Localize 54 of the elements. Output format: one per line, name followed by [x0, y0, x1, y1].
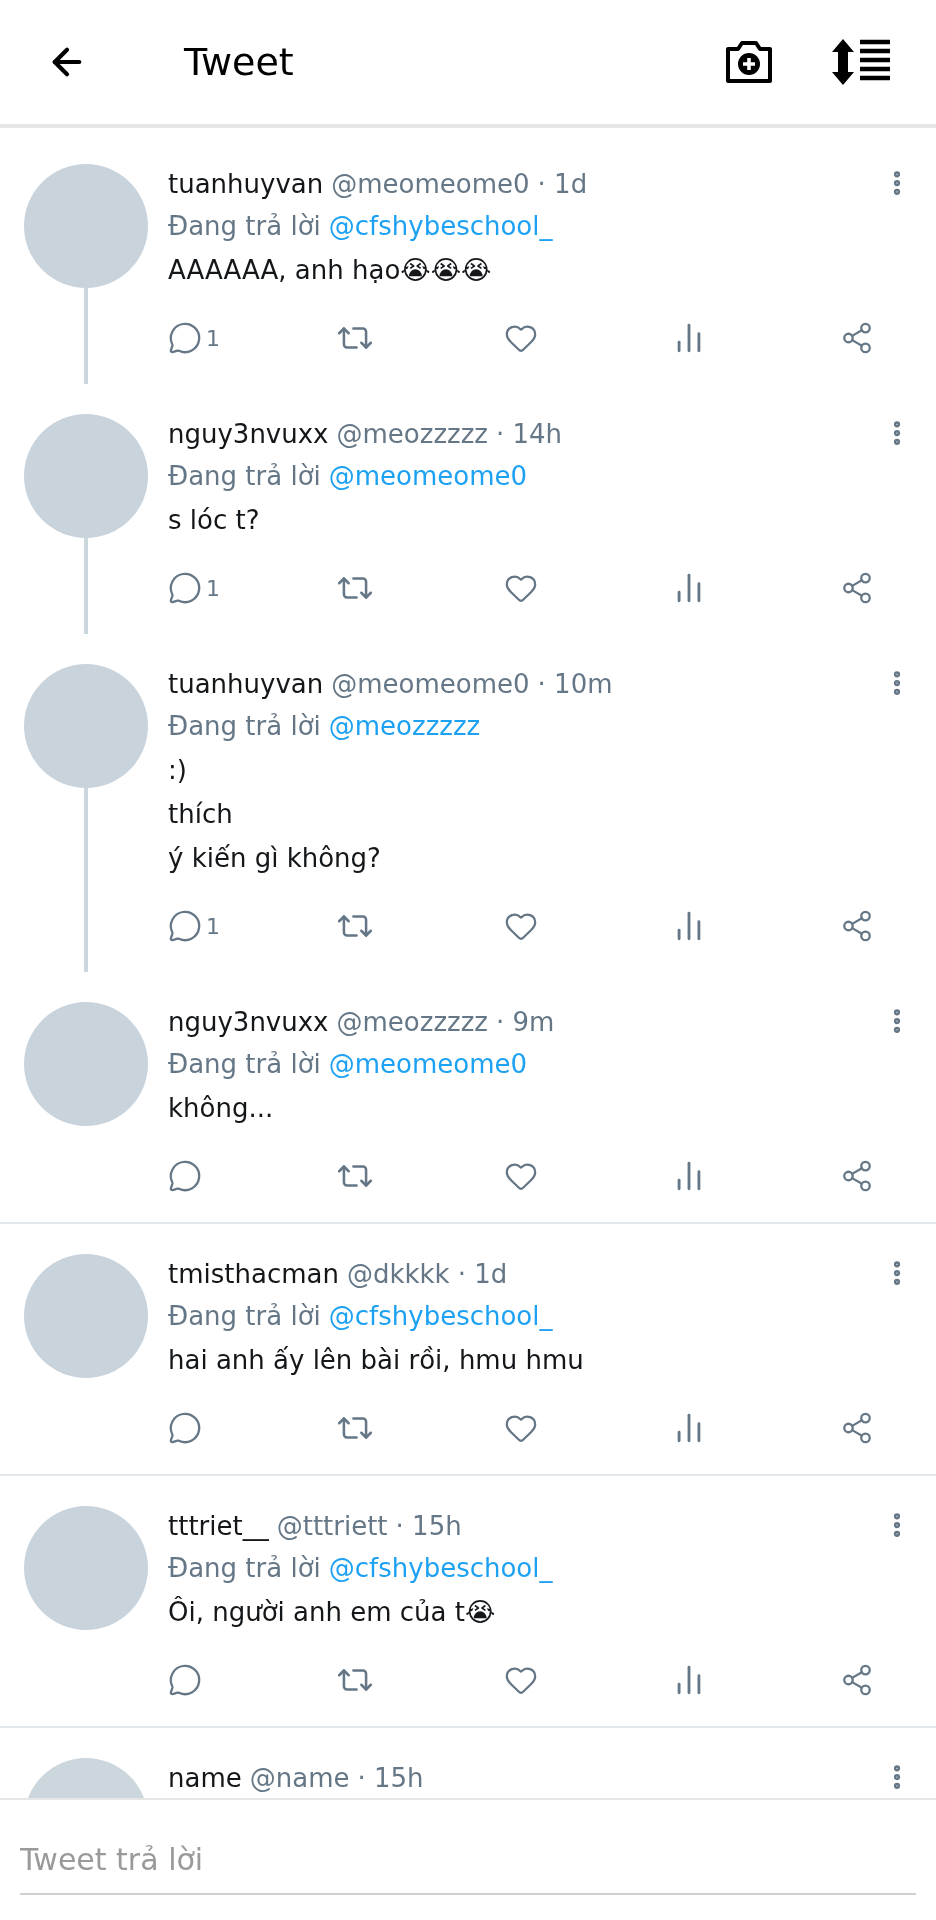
share-icon[interactable] [840, 321, 874, 355]
tweet-text: :) [168, 754, 188, 787]
replying-to-label: Đang trả lời [168, 710, 321, 743]
user-name[interactable]: tttriet__ [168, 1506, 269, 1546]
user-handle: @meozzzzz [336, 1006, 488, 1039]
user-handle: @tttriett [276, 1510, 388, 1543]
tweet-text: s lóc t? [168, 504, 261, 537]
reply-icon[interactable] [168, 571, 202, 605]
user-name[interactable]: nguy3nvuxx [168, 1002, 329, 1042]
reply-count: 1 [206, 574, 220, 603]
reply-input-field[interactable]: Tweet trả lời [20, 1825, 916, 1895]
user-handle: @dkkkk [346, 1258, 450, 1291]
reply-count: 1 [206, 912, 220, 941]
tweet-time: · 1d [537, 168, 588, 201]
tweet-text: hai anh ấy lên bài rồi, hmu hmu [168, 1344, 585, 1377]
share-icon[interactable] [840, 1411, 874, 1445]
tweet-time: · 9m [496, 1006, 555, 1039]
user-handle: @meomeome0 [331, 168, 530, 201]
sort-list-icon[interactable] [832, 39, 890, 85]
tweet-time: · 1d [457, 1258, 508, 1291]
reply-icon[interactable] [168, 1159, 202, 1193]
reply-icon[interactable] [168, 909, 202, 943]
replying-to-label: Đang trả lời [168, 1048, 321, 1081]
reply-icon[interactable] [168, 1663, 202, 1697]
page-title: Tweet [184, 38, 295, 86]
reply-icon[interactable] [168, 321, 202, 355]
replying-to-label: Đang trả lời [168, 1300, 321, 1333]
reply-count: 1 [206, 324, 220, 353]
tweet-text: Ôi, người anh em của t😭 [168, 1595, 497, 1629]
replying-to-label: Đang trả lời [168, 460, 321, 493]
share-icon[interactable] [840, 571, 874, 605]
replying-to-label: Đang trả lời [168, 210, 321, 243]
camera-add-icon[interactable] [724, 39, 774, 85]
replying-to-label: Đang trả lời [168, 1552, 321, 1585]
share-icon[interactable] [840, 909, 874, 943]
tweet-time: · 15h [357, 1762, 424, 1795]
user-name[interactable]: tmisthacman [168, 1254, 339, 1294]
user-handle: @meozzzzz [336, 418, 488, 451]
tweet-text: thích [168, 798, 234, 831]
user-name[interactable]: nguy3nvuxx [168, 414, 329, 454]
user-name[interactable]: tuanhuyvan [168, 664, 324, 704]
reply-icon[interactable] [168, 1411, 202, 1445]
tweet-time: · 10m [537, 668, 613, 701]
user-handle: @meomeome0 [331, 668, 530, 701]
share-icon[interactable] [840, 1663, 874, 1697]
user-name[interactable]: tuanhuyvan [168, 164, 324, 204]
user-name[interactable]: name [168, 1758, 242, 1798]
tweet-time: · 14h [496, 418, 563, 451]
share-icon[interactable] [840, 1159, 874, 1193]
user-handle: @name [249, 1762, 350, 1795]
tweet-text: AAAAAA, anh hạo😭😭😭 [168, 254, 493, 287]
tweet-text: không... [168, 1092, 275, 1125]
tweet-text: ý kiến gì không? [168, 842, 382, 875]
tweet-time: · 15h [395, 1510, 462, 1543]
